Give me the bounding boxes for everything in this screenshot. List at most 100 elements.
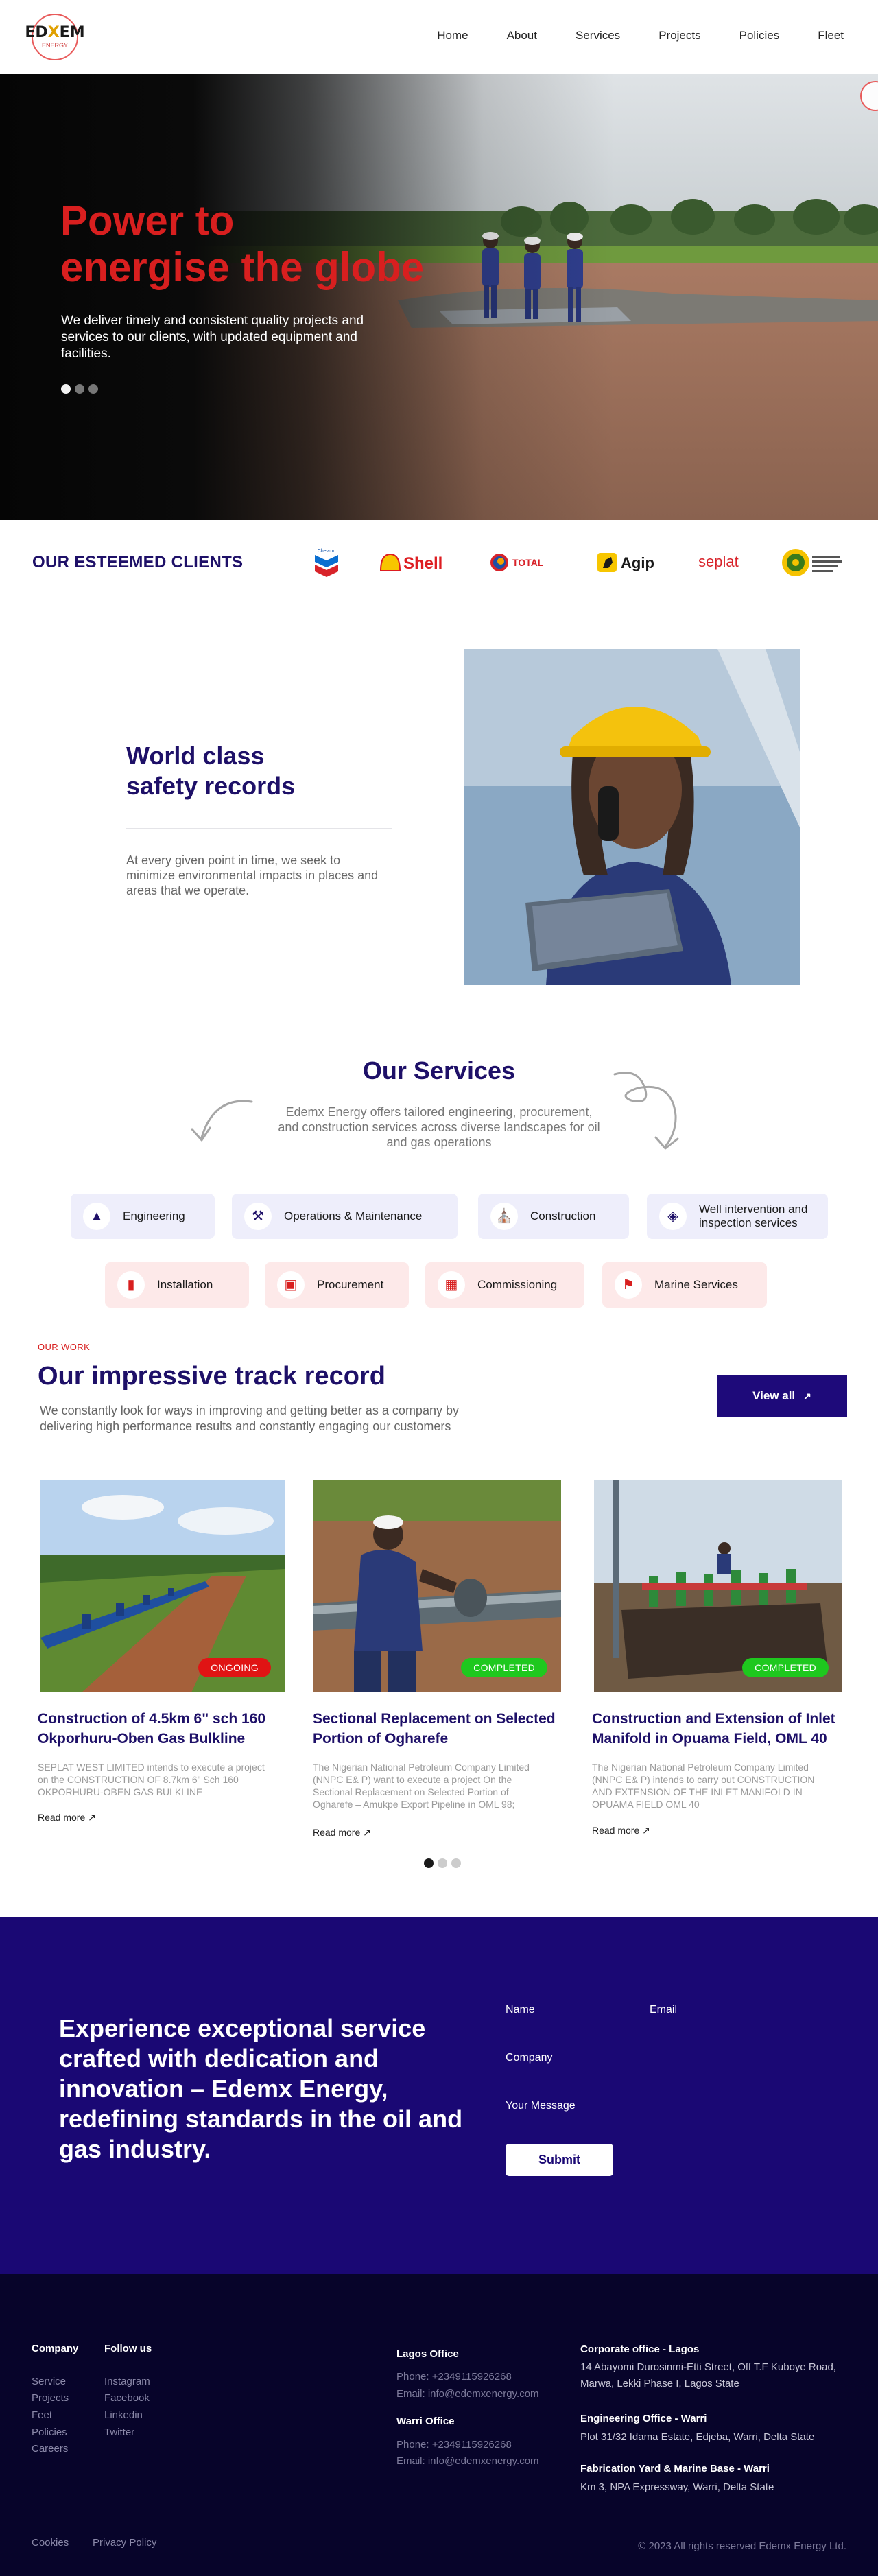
project-title-2[interactable]: Sectional Replacement on Selected Portio…: [313, 1709, 561, 1749]
service-label: Procurement: [317, 1278, 384, 1291]
procurement-icon: ▣: [277, 1271, 305, 1299]
project-title-3[interactable]: Construction and Extension of Inlet Mani…: [592, 1709, 846, 1749]
footer-link-service[interactable]: Service: [32, 2376, 66, 2387]
footer-follow-heading: Follow us: [104, 2343, 152, 2354]
service-label: Commissioning: [477, 1278, 558, 1291]
name-label: Name: [506, 2004, 535, 2016]
nav-about[interactable]: About: [507, 29, 537, 43]
service-label: Construction: [530, 1209, 596, 1222]
service-label: Marine Services: [654, 1278, 738, 1291]
footer-fabrication-heading: Fabrication Yard & Marine Base - Warri: [580, 2463, 770, 2474]
footer-link-careers[interactable]: Careers: [32, 2443, 68, 2455]
contact-section: Experience exceptional service crafted w…: [0, 1917, 878, 2274]
footer-privacy-link[interactable]: Privacy Policy: [93, 2537, 156, 2549]
arrow-up-right-icon: ↗: [88, 1812, 96, 1823]
name-field[interactable]: Name: [506, 2000, 645, 2024]
service-procurement[interactable]: ▣ Procurement: [265, 1262, 409, 1308]
pager-dot-3[interactable]: [451, 1858, 461, 1868]
hero-text: We deliver timely and consistent quality…: [61, 314, 364, 361]
npdc-logo-icon: [782, 549, 842, 576]
service-label: Installation: [157, 1278, 213, 1291]
slider-dot-2[interactable]: [75, 384, 84, 394]
svg-text:Agip: Agip: [621, 554, 654, 571]
pager-dot-2[interactable]: [438, 1858, 447, 1868]
seplat-logo-icon: seplat: [698, 553, 739, 570]
nav-services[interactable]: Services: [576, 29, 620, 43]
footer-link-feet[interactable]: Feet: [32, 2409, 52, 2421]
status-badge: COMPLETED: [461, 1658, 547, 1677]
footer-link-twitter[interactable]: Twitter: [104, 2426, 134, 2438]
safety-title-line-1: World class: [126, 742, 265, 770]
status-badge: ONGOING: [198, 1658, 271, 1677]
hero-title-line-2: energise the globe: [60, 244, 425, 290]
footer-warri-email[interactable]: Email: info@edemxenergy.com: [396, 2455, 539, 2467]
footer-link-projects[interactable]: Projects: [32, 2392, 69, 2404]
slider-dot-1[interactable]: [61, 384, 71, 394]
site-footer: Company Service Projects Feet Policies C…: [0, 2274, 878, 2576]
project-image-2[interactable]: COMPLETED: [313, 1480, 561, 1692]
hero-title: Power to energise the globe: [60, 198, 499, 291]
service-installation[interactable]: ▮ Installation: [105, 1262, 249, 1308]
read-more-label: Read more: [592, 1825, 640, 1836]
engineer-photo-illustration: [464, 649, 800, 985]
pager-dot-1[interactable]: [424, 1858, 434, 1868]
project-title-1[interactable]: Construction of 4.5km 6" sch 160 Okporhu…: [38, 1709, 286, 1749]
project-text-2: The Nigerian National Petroleum Company …: [313, 1762, 530, 1810]
email-label: Email: [650, 2004, 678, 2016]
footer-warri-phone[interactable]: Phone: +2349115926268: [396, 2439, 512, 2450]
footer-lagos-phone[interactable]: Phone: +2349115926268: [396, 2371, 512, 2383]
submit-button[interactable]: Submit: [506, 2144, 613, 2176]
cta-text: Experience exceptional service crafted w…: [59, 2014, 463, 2163]
project-image-1[interactable]: ONGOING: [40, 1480, 285, 1692]
company-field[interactable]: Company: [506, 2048, 794, 2072]
message-field[interactable]: Your Message: [506, 2096, 794, 2120]
site-header: EDXEM ENERGY Home About Services Project…: [0, 0, 878, 74]
footer-cookies-link[interactable]: Cookies: [32, 2537, 69, 2549]
nav-fleet[interactable]: Fleet: [818, 29, 844, 43]
read-more-link-1[interactable]: Read more ↗: [38, 1812, 96, 1823]
service-label: Well intervention and inspection service…: [699, 1203, 808, 1229]
footer-link-policies[interactable]: Policies: [32, 2426, 67, 2438]
slider-dot-3[interactable]: [88, 384, 98, 394]
view-all-button[interactable]: View all ↗: [717, 1375, 847, 1417]
logo[interactable]: EDXEM ENERGY: [25, 14, 85, 60]
hero-title-line-1: Power to: [60, 198, 235, 244]
footer-lagos-heading: Lagos Office: [396, 2348, 459, 2360]
nav-projects[interactable]: Projects: [658, 29, 700, 43]
nav-home[interactable]: Home: [437, 29, 468, 43]
service-marine[interactable]: ⚑ Marine Services: [602, 1262, 767, 1308]
footer-link-instagram[interactable]: Instagram: [104, 2376, 150, 2387]
client-logo-shell: Shell: [379, 545, 450, 580]
nav-policies[interactable]: Policies: [739, 29, 780, 43]
footer-lagos-email[interactable]: Email: info@edemxenergy.com: [396, 2388, 539, 2400]
read-more-link-2[interactable]: Read more ↗: [313, 1827, 371, 1839]
commissioning-icon: ▦: [438, 1271, 465, 1299]
email-field[interactable]: Email: [650, 2000, 794, 2024]
message-label: Your Message: [506, 2100, 576, 2112]
footer-corporate-heading: Corporate office - Lagos: [580, 2343, 700, 2355]
service-operations-maintenance[interactable]: ⚒ Operations & Maintenance: [232, 1194, 458, 1239]
projects-pager: [424, 1858, 461, 1868]
read-more-label: Read more: [38, 1812, 86, 1823]
service-commissioning[interactable]: ▦ Commissioning: [425, 1262, 584, 1308]
services-description: Edemx Energy offers tailored engineering…: [278, 1105, 600, 1149]
service-engineering[interactable]: ▲ Engineering: [71, 1194, 215, 1239]
arrow-up-right-icon: ↗: [803, 1390, 811, 1402]
curved-arrow-right-icon: [613, 1072, 679, 1150]
safety-title-line-2: safety records: [126, 772, 296, 800]
services-title: Our Services: [362, 1056, 516, 1085]
footer-copyright: © 2023 All rights reserved Edemx Energy …: [638, 2540, 846, 2552]
service-construction[interactable]: ⛪ Construction: [478, 1194, 629, 1239]
footer-fabrication-address: Km 3, NPA Expressway, Warri, Delta State: [580, 2481, 774, 2493]
svg-text:Chevron: Chevron: [318, 549, 336, 554]
footer-link-linkedin[interactable]: Linkedin: [104, 2409, 143, 2421]
installation-icon: ▮: [117, 1271, 145, 1299]
view-all-label: View all: [752, 1389, 796, 1402]
chevron-logo-icon: Chevron: [315, 549, 338, 577]
read-more-link-3[interactable]: Read more ↗: [592, 1825, 650, 1836]
client-logo-total: TOTAL: [489, 545, 559, 580]
footer-link-facebook[interactable]: Facebook: [104, 2392, 150, 2404]
project-image-3[interactable]: COMPLETED: [594, 1480, 842, 1692]
clients-title: OUR ESTEEMED CLIENTS: [32, 553, 244, 571]
service-well-intervention[interactable]: ◈ Well intervention and inspection servi…: [647, 1194, 828, 1239]
